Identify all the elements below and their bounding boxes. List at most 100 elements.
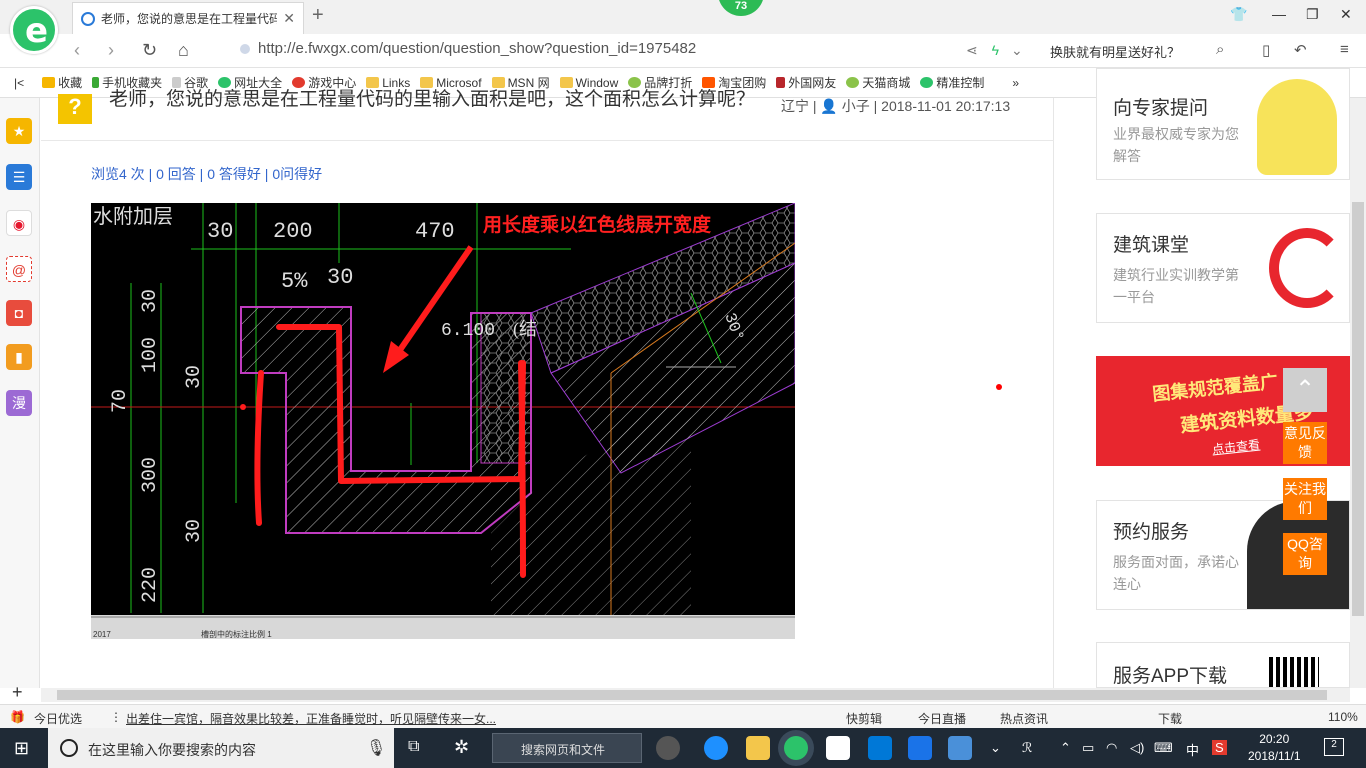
refresh-icon[interactable]: ↻ [142, 40, 157, 61]
share-icon[interactable]: ⋖ [966, 42, 978, 58]
skin-icon[interactable]: 👕 [1230, 6, 1247, 23]
task-view-icon[interactable]: ⧉ [408, 738, 419, 756]
expert-mascot-icon [1257, 79, 1337, 175]
address-bar-row: ‹ › ↻ ⌂ http://e.fwxgx.com/question/ques… [0, 34, 1366, 68]
close-tab-icon[interactable]: ✕ [283, 10, 295, 27]
app-download-card[interactable]: 服务APP下载 [1096, 642, 1350, 688]
feedback-button[interactable]: 意见反馈 [1283, 422, 1327, 464]
bookmark-tmall[interactable]: 天猫商城 [846, 74, 910, 91]
volume-icon[interactable]: ◁) [1130, 740, 1144, 756]
notification-center-icon[interactable]: 2 [1324, 738, 1344, 756]
news-icon[interactable]: ☰ [6, 164, 32, 190]
restore-button[interactable]: ❐ [1306, 6, 1319, 23]
home-icon[interactable]: ⌂ [178, 40, 189, 61]
search-suggestion[interactable]: 换肤就有明星送好礼？ [1050, 42, 1180, 61]
forward-icon[interactable]: › [108, 40, 114, 61]
menu-icon[interactable]: ≡ [1340, 41, 1349, 58]
promo-line1: 图集规范覆盖广 [1151, 371, 1279, 405]
browser-logo[interactable] [10, 6, 58, 54]
remote-app-icon[interactable] [948, 736, 972, 760]
favorites-star-icon[interactable]: ★ [6, 118, 32, 144]
url-text: http://e.fwxgx.com/question/question_sho… [258, 40, 697, 57]
sidebar-toggle-icon[interactable]: |< [14, 76, 24, 90]
sogou-icon[interactable]: S [1212, 740, 1227, 755]
bookmark-favorites[interactable]: 收藏 [42, 74, 82, 91]
comic-icon[interactable]: 漫 [6, 390, 32, 416]
bolt-icon[interactable]: ϟ [992, 42, 999, 58]
notification-badge[interactable]: 73 [718, 0, 764, 16]
tray-expand-icon[interactable]: ⌃ [1060, 740, 1071, 756]
promo-cta[interactable]: 点击查看 [1211, 436, 1261, 458]
follow-us-button[interactable]: 关注我们 [1283, 478, 1327, 520]
new-tab-button[interactable]: + [312, 4, 324, 27]
horizontal-scrollbar[interactable] [41, 688, 1350, 702]
windows-start-icon[interactable]: ⊞ [14, 738, 29, 759]
weibo-icon[interactable]: ◉ [6, 210, 32, 236]
folder-icon [559, 77, 573, 88]
360-browser-icon[interactable] [784, 736, 808, 760]
taskbar-scroll-icon[interactable]: ⌄ [990, 740, 1001, 756]
cad-drawing-image[interactable]: 水附加层 30 200 470 5% 30 6.100 (结 30° 用长度乘以… [91, 203, 795, 639]
chat-icon [920, 77, 934, 88]
booking-desc: 服务面对面，承诺心连心 [1113, 554, 1239, 592]
taobao-icon [702, 77, 716, 88]
people-icon[interactable]: ℛ [1022, 740, 1032, 756]
minimize-button[interactable]: — [1272, 6, 1286, 22]
ie-taskbar-icon[interactable] [704, 736, 728, 760]
search-icon[interactable]: ⌕ [1216, 41, 1224, 58]
qq-consult-button[interactable]: QQ咨询 [1283, 533, 1327, 575]
left-dim-300: 300 [139, 457, 162, 493]
bookmark-precise[interactable]: 精准控制 [920, 74, 984, 91]
active-tab[interactable]: 老师，您说的意思是在工程量代码... ✕ [72, 2, 304, 34]
news-ticker[interactable]: 出差住一宾馆，隔音效果比较差，正准备睡觉时，听见隔壁传来一女... [126, 710, 496, 727]
taskbar-search[interactable]: 在这里输入你要搜索的内容 🎙 [48, 728, 394, 768]
clock[interactable]: 20:20 2018/11/1 [1248, 731, 1301, 765]
address-field[interactable]: http://e.fwxgx.com/question/question_sho… [240, 40, 696, 57]
close-button[interactable]: ✕ [1340, 6, 1352, 23]
app-download-title: 服务APP下载 [1113, 666, 1228, 687]
chevron-down-icon[interactable]: ⌄ [1011, 42, 1023, 58]
mail-app-icon[interactable] [826, 736, 850, 760]
browser-spiral-icon[interactable] [656, 736, 680, 760]
classroom-card[interactable]: 建筑课堂 建筑行业实训教学第一平台 [1096, 213, 1350, 323]
region[interactable]: 辽宁 [781, 98, 809, 114]
book-icon[interactable]: ▮ [6, 344, 32, 370]
undo-icon[interactable]: ↶ [1294, 41, 1307, 59]
answers-count: 0 回答 [156, 166, 196, 182]
mobile-icon[interactable]: ▯ [1262, 41, 1270, 59]
vertical-scrollbar[interactable] [1350, 98, 1366, 688]
expert-desc: 业界最权威专家为您解答 [1113, 126, 1239, 164]
add-sidebar-button[interactable]: + [12, 682, 23, 703]
keyboard-icon[interactable]: ⌨ [1154, 740, 1173, 756]
file-explorer-icon[interactable] [746, 736, 770, 760]
horizontal-scroll-thumb[interactable] [57, 690, 1327, 700]
page-icon [172, 77, 182, 88]
hot-news[interactable]: 热点资讯 [1000, 710, 1048, 727]
web-search-box[interactable]: 搜索网页和文件 [492, 733, 642, 763]
vertical-scroll-thumb[interactable] [1352, 202, 1364, 616]
microphone-icon[interactable]: 🎙 [366, 738, 386, 758]
author[interactable]: 小子 [842, 98, 870, 114]
zoom-level[interactable]: 110% [1328, 710, 1358, 724]
mail-icon[interactable]: @ [6, 256, 32, 282]
wifi-icon[interactable]: ◠ [1106, 740, 1117, 756]
network-icon[interactable]: ▭ [1082, 740, 1094, 756]
bookmark-foreign[interactable]: 外国网友 [776, 74, 836, 91]
pinwheel-icon[interactable]: ✲ [454, 737, 469, 758]
edge-icon[interactable] [868, 736, 892, 760]
back-to-top-button[interactable]: ⌃ [1283, 368, 1327, 412]
g-app-icon[interactable] [908, 736, 932, 760]
more-bookmarks-icon[interactable]: » [1012, 76, 1019, 90]
quick-clip[interactable]: 快剪辑 [846, 710, 882, 727]
downloads[interactable]: 下载 [1158, 710, 1182, 727]
elevation-label: 6.100 [441, 321, 495, 341]
dim-30: 30 [207, 219, 233, 244]
today-picks[interactable]: 今日优选 [34, 710, 82, 727]
live-stream[interactable]: 今日直播 [918, 710, 966, 727]
divider [41, 140, 1054, 141]
back-icon[interactable]: ‹ [74, 40, 80, 61]
expert-title: 向专家提问 [1113, 98, 1209, 119]
game-controller-icon[interactable]: ◘ [6, 300, 32, 326]
ime-indicator[interactable]: 中 [1186, 740, 1199, 759]
expert-card[interactable]: 向专家提问 业界最权威专家为您解答 [1096, 68, 1350, 180]
